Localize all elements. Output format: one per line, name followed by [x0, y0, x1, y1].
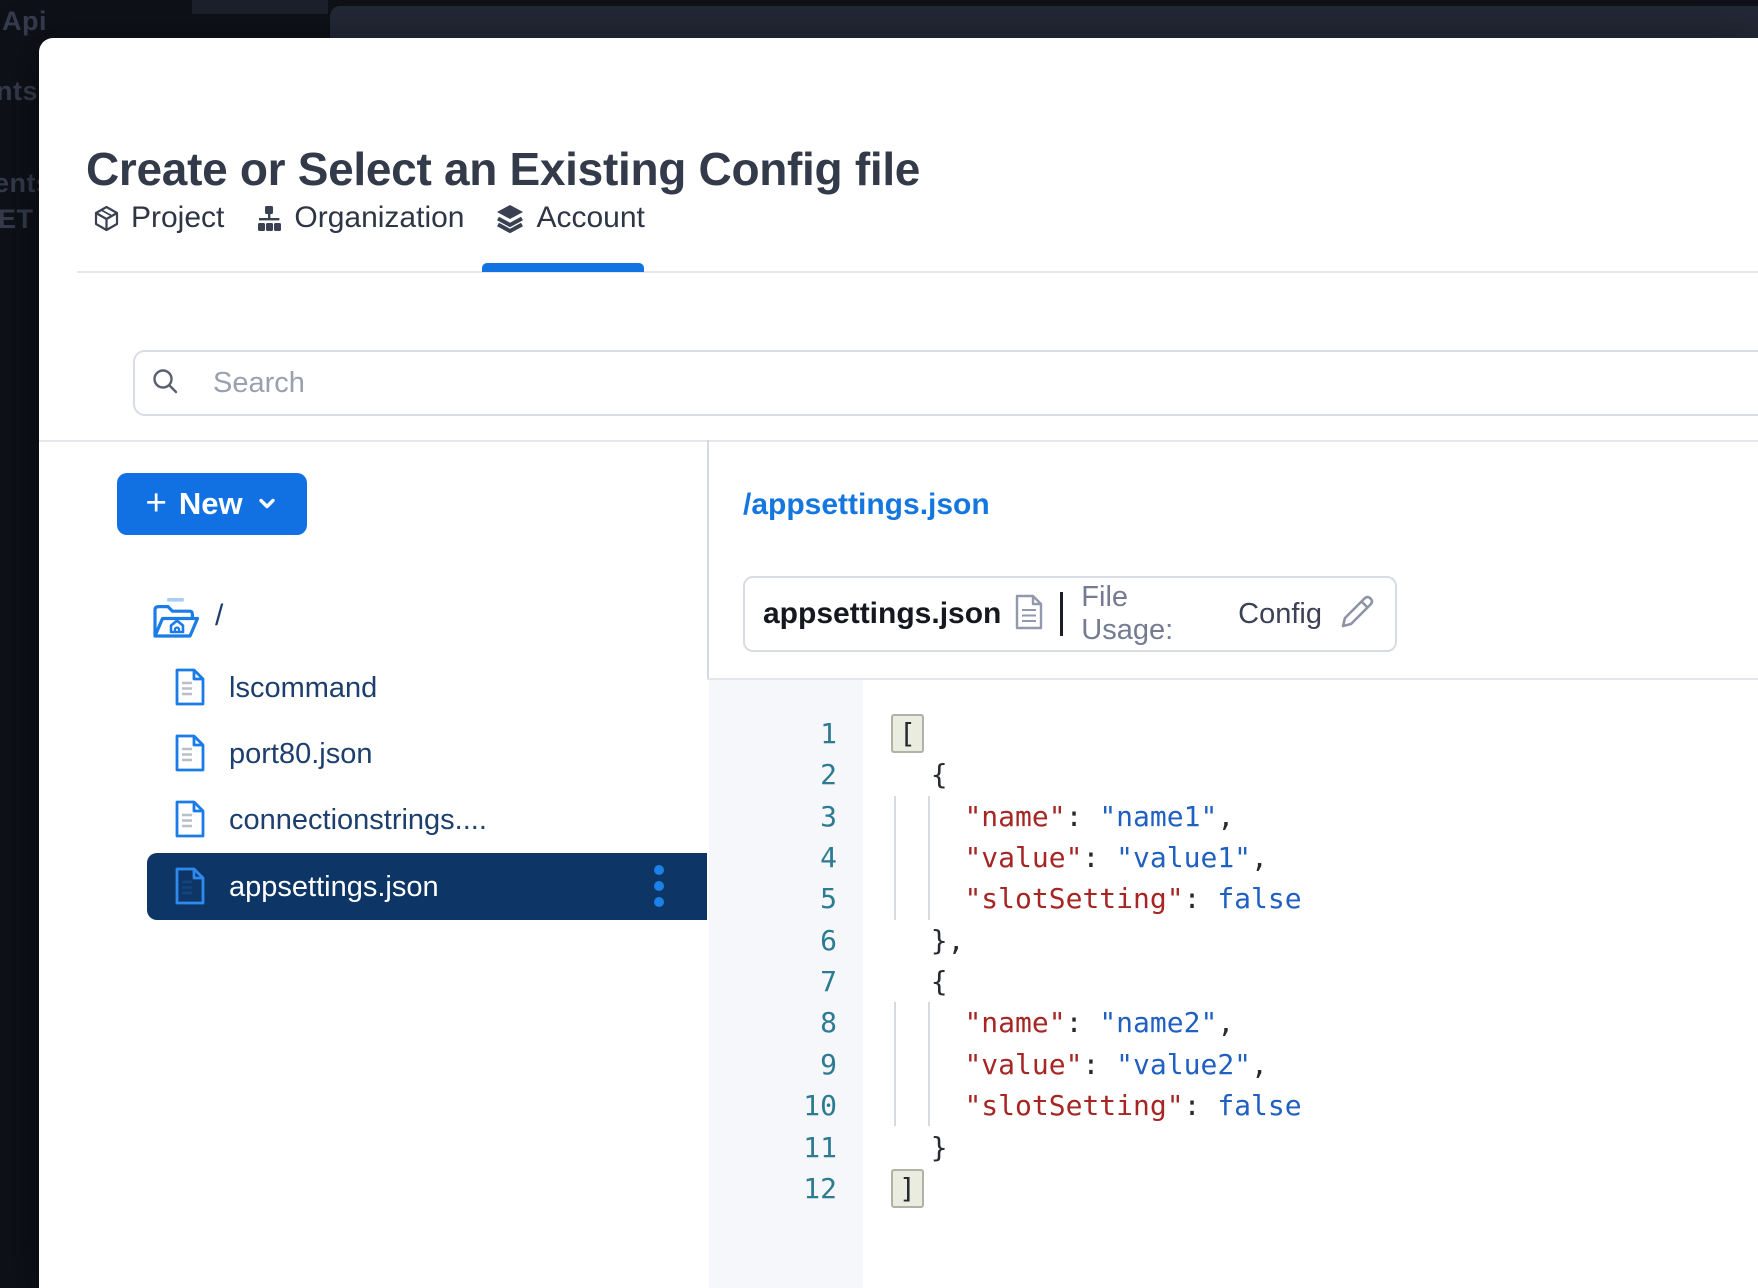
code-line: 4 "value": "value1", — [707, 837, 1758, 879]
code-text: { — [897, 961, 948, 1003]
tab-account[interactable]: Account — [495, 201, 644, 235]
selected-file-path[interactable]: /appsettings.json — [743, 488, 990, 522]
tree-file-port80-json[interactable]: port80.json — [39, 720, 707, 787]
tab-project-label: Project — [131, 201, 224, 235]
line-number: 3 — [707, 796, 837, 838]
tab-organization-label: Organization — [294, 201, 464, 235]
tree-root-folder[interactable]: / — [39, 585, 707, 652]
background-text-fragment: nts — [0, 76, 38, 107]
document-icon — [1015, 594, 1043, 635]
tree-file-label: appsettings.json — [229, 871, 439, 904]
file-usage-label: File Usage: — [1081, 581, 1224, 647]
tab-organization[interactable]: Organization — [255, 201, 464, 235]
file-name: appsettings.json — [763, 597, 1001, 631]
code-line: 9 "value": "value2", — [707, 1044, 1758, 1086]
config-file-dialog: Create or Select an Existing Config file… — [39, 38, 1758, 1288]
line-number: 11 — [707, 1127, 837, 1169]
code-line: 5 "slotSetting": false — [707, 878, 1758, 920]
document-icon — [175, 800, 205, 843]
line-number: 7 — [707, 961, 837, 1003]
line-number: 1 — [707, 713, 837, 755]
code-text: }, — [897, 920, 964, 962]
line-number: 4 — [707, 837, 837, 879]
tree-file-label: lscommand — [229, 672, 377, 705]
code-line: 8 "name": "name2", — [707, 1002, 1758, 1044]
tree-file-connectionstrings-[interactable]: connectionstrings.... — [39, 786, 707, 853]
new-button-label: New — [179, 486, 243, 522]
active-tab-indicator — [482, 263, 644, 272]
document-icon — [175, 668, 205, 711]
tab-bar-divider — [77, 271, 1758, 273]
tree-file-label: connectionstrings.... — [229, 804, 487, 837]
search-placeholder: Search — [213, 367, 305, 400]
document-icon — [175, 867, 205, 910]
code-text: "slotSetting": false — [897, 1085, 1302, 1127]
org-chart-icon — [255, 205, 283, 232]
panels-top-divider — [39, 440, 1758, 442]
cube-icon — [93, 205, 120, 232]
code-line: 11 } — [707, 1127, 1758, 1169]
code-text: "name": "name1", — [897, 796, 1234, 838]
code-text: [ — [897, 713, 918, 755]
pencil-icon[interactable] — [1337, 592, 1377, 637]
background-card — [330, 6, 1758, 40]
tree-file-label: port80.json — [229, 738, 373, 771]
tree-root-label: / — [215, 599, 223, 633]
code-line: 3 "name": "name1", — [707, 796, 1758, 838]
tab-bar: Project Organization — [93, 198, 645, 238]
line-number: 8 — [707, 1002, 837, 1044]
code-line: 6 }, — [707, 920, 1758, 962]
line-number: 6 — [707, 920, 837, 962]
file-usage-value: Config — [1238, 598, 1322, 631]
new-button[interactable]: + New — [117, 473, 307, 535]
chevron-down-icon — [255, 491, 279, 518]
search-input[interactable]: Search — [133, 350, 1758, 416]
file-usage-box: appsettings.json File Usage: Config — [743, 576, 1397, 652]
kebab-menu-icon[interactable] — [641, 853, 677, 920]
background-text-fragment: ET — [0, 204, 34, 235]
code-editor[interactable]: 1[2 {3 "name": "name1",4 "value": "value… — [707, 680, 1758, 1288]
tree-file-appsettings-json[interactable]: appsettings.json — [147, 853, 707, 920]
code-line: 12] — [707, 1168, 1758, 1210]
background-tab-strip — [192, 0, 328, 14]
search-icon — [151, 367, 179, 400]
line-number: 2 — [707, 754, 837, 796]
code-text: "value": "value1", — [897, 837, 1268, 879]
plus-icon: + — [145, 484, 167, 521]
tab-project[interactable]: Project — [93, 201, 224, 235]
document-icon — [175, 734, 205, 777]
code-text: { — [897, 754, 948, 796]
line-number: 12 — [707, 1168, 837, 1210]
code-text: "value": "value2", — [897, 1044, 1268, 1086]
code-text: "slotSetting": false — [897, 878, 1302, 920]
code-line: 1[ — [707, 713, 1758, 755]
line-number: 9 — [707, 1044, 837, 1086]
code-text: } — [897, 1127, 948, 1169]
tree-file-lscommand[interactable]: lscommand — [39, 654, 707, 721]
layers-icon — [495, 203, 525, 233]
code-line: 10 "slotSetting": false — [707, 1085, 1758, 1127]
tab-account-label: Account — [536, 201, 644, 235]
code-line: 2 { — [707, 754, 1758, 796]
code-line: 7 { — [707, 961, 1758, 1003]
background-text-fragment: Api — [2, 6, 47, 37]
code-text: "name": "name2", — [897, 1002, 1234, 1044]
code-text: ] — [897, 1168, 918, 1210]
divider — [1060, 592, 1063, 636]
line-number: 5 — [707, 878, 837, 920]
page-title: Create or Select an Existing Config file — [86, 142, 920, 196]
line-number: 10 — [707, 1085, 837, 1127]
